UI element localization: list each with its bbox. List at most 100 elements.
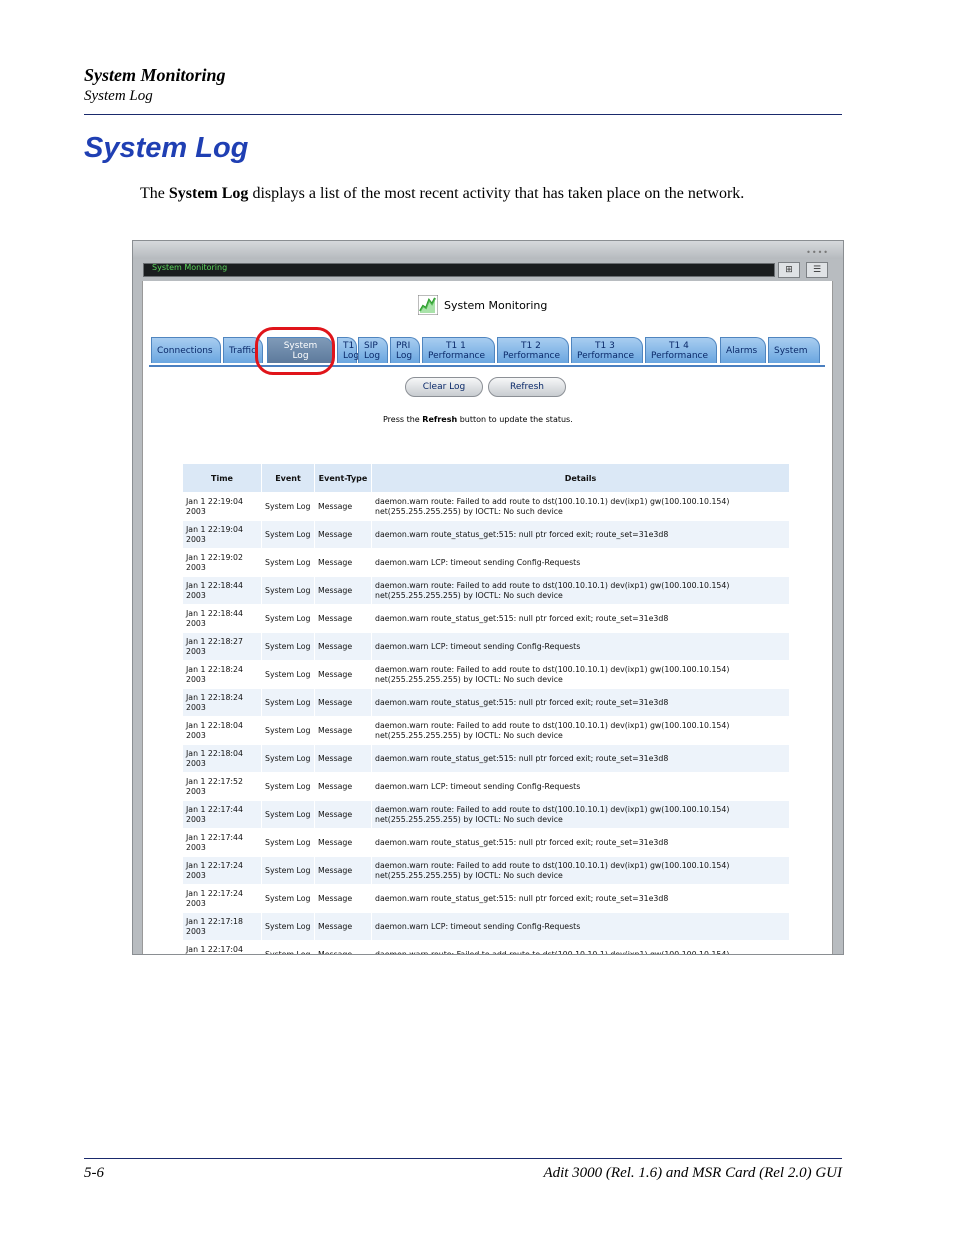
tab-t1-3-performance[interactable]: T1 3 Performance — [571, 337, 643, 363]
page-number: 5-6 — [84, 1165, 104, 1181]
table-row: Jan 1 22:17:18 2003 System Log Message daem… — [182, 912, 790, 941]
cell-event: System Log — [261, 576, 315, 605]
tab-label-line2: Log — [343, 351, 360, 361]
tab-t1-4-performance[interactable]: T1 4 Performance — [645, 337, 717, 363]
tab-label-line2: Performance — [651, 351, 709, 361]
cell-event-type: Message — [314, 492, 372, 521]
table-row: Jan 1 22:18:24 2003 System Log Message daem… — [182, 688, 790, 717]
refresh-hint: Press the Refresh button to update the s… — [383, 415, 573, 424]
cell-event-type: Message — [314, 940, 372, 954]
cell-event-type: Message — [314, 716, 372, 745]
tab-t1-log[interactable]: T1 Log — [337, 337, 360, 363]
cell-time: Jan 1 22:18:44 2003 — [182, 576, 262, 605]
window-top-bar — [133, 241, 843, 259]
cell-details: daemon.warn LCP: timeout sending Config-… — [371, 632, 790, 661]
tab-label-line2: Log — [364, 351, 381, 361]
cell-details: daemon.warn route_status_get:515: null p… — [371, 828, 790, 857]
table-row: Jan 1 22:17:44 2003 System Log Message daem… — [182, 800, 790, 829]
column-header-time: Time — [182, 463, 262, 493]
tab-label: Traffic — [229, 346, 257, 356]
tab-label-line1: T1 — [343, 341, 355, 351]
app-window-screenshot: •••• System Monitoring ⊞ ☰ System Monito… — [132, 240, 844, 955]
cell-details: daemon.warn route_status_get:515: null p… — [371, 520, 790, 549]
highlight-circle — [255, 327, 335, 375]
table-row: Jan 1 22:18:04 2003 System Log Message daem… — [182, 716, 790, 745]
cell-details: daemon.warn LCP: timeout sending Config-… — [371, 548, 790, 577]
cell-details: daemon.warn route_status_get:515: null p… — [371, 884, 790, 913]
tab-label-line1: PRI — [396, 341, 411, 351]
intro-paragraph: The System Log displays a list of the mo… — [140, 185, 744, 203]
cell-details: daemon.warn route: Failed to add route t… — [371, 800, 790, 829]
document-title: Adit 3000 (Rel. 1.6) and MSR Card (Rel 2… — [543, 1165, 842, 1181]
cell-event-type: Message — [314, 688, 372, 717]
header-rule — [84, 114, 842, 115]
tab-connections[interactable]: Connections — [151, 337, 221, 363]
hint-prefix: Press the — [383, 415, 423, 424]
cell-time: Jan 1 22:17:24 2003 — [182, 884, 262, 913]
tab-label-line2: Performance — [503, 351, 561, 361]
window-title-bar: System Monitoring — [143, 263, 775, 277]
table-row: Jan 1 22:17:24 2003 System Log Message daem… — [182, 884, 790, 913]
system-log-table: Time Event Event-Type Details Jan 1 22:1… — [182, 463, 790, 954]
table-row: Jan 1 22:19:04 2003 System Log Message daem… — [182, 492, 790, 521]
table-row: Jan 1 22:18:27 2003 System Log Message daem… — [182, 632, 790, 661]
cell-time: Jan 1 22:18:44 2003 — [182, 604, 262, 633]
cell-event-type: Message — [314, 884, 372, 913]
tab-label-line2: Performance — [428, 351, 486, 361]
refresh-button[interactable]: Refresh — [488, 377, 566, 397]
tab-t1-2-performance[interactable]: T1 2 Performance — [497, 337, 569, 363]
tab-label-line2: Log — [396, 351, 413, 361]
cell-event-type: Message — [314, 772, 372, 801]
tab-t1-1-performance[interactable]: T1 1 Performance — [422, 337, 495, 363]
cell-details: daemon.warn route_status_get:515: null p… — [371, 604, 790, 633]
column-header-details: Details — [371, 463, 790, 493]
cell-details: daemon.warn route: Failed to add route t… — [371, 492, 790, 521]
monitoring-chart-icon — [418, 295, 438, 315]
cell-event-type: Message — [314, 800, 372, 829]
cell-event-type: Message — [314, 828, 372, 857]
cell-time: Jan 1 22:19:04 2003 — [182, 492, 262, 521]
cell-event: System Log — [261, 940, 315, 954]
section-heading-text: System Monitoring — [444, 299, 548, 312]
cell-time: Jan 1 22:17:52 2003 — [182, 772, 262, 801]
cell-time: Jan 1 22:18:04 2003 — [182, 716, 262, 745]
cell-event: System Log — [261, 912, 315, 941]
cell-event-type: Message — [314, 912, 372, 941]
table-row: Jan 1 22:18:44 2003 System Log Message daem… — [182, 604, 790, 633]
tab-label-line1: SIP — [364, 341, 378, 351]
table-header-row: Time Event Event-Type Details — [182, 463, 790, 493]
hint-suffix: button to update the status. — [457, 415, 573, 424]
column-header-event: Event — [261, 463, 315, 493]
cell-event: System Log — [261, 884, 315, 913]
tab-label: Connections — [157, 346, 213, 356]
tab-label: Alarms — [726, 346, 758, 356]
cell-time: Jan 1 22:17:44 2003 — [182, 800, 262, 829]
tab-alarms[interactable]: Alarms — [720, 337, 766, 363]
cell-event-type: Message — [314, 856, 372, 885]
menu-list-icon[interactable]: ☰ — [806, 262, 828, 278]
cell-event-type: Message — [314, 660, 372, 689]
tab-pri-log[interactable]: PRI Log — [390, 337, 420, 363]
table-row: Jan 1 22:17:52 2003 System Log Message daem… — [182, 772, 790, 801]
content-panel: System Monitoring Connections Traffic T1… — [142, 281, 833, 954]
tab-sip-log[interactable]: SIP Log — [358, 337, 388, 363]
cell-event: System Log — [261, 716, 315, 745]
cell-event: System Log — [261, 492, 315, 521]
cell-time: Jan 1 22:17:18 2003 — [182, 912, 262, 941]
cell-event-type: Message — [314, 744, 372, 773]
intro-prefix: The — [140, 185, 169, 202]
column-header-event-type: Event-Type — [314, 463, 372, 493]
cell-event: System Log — [261, 660, 315, 689]
clear-log-button[interactable]: Clear Log — [405, 377, 483, 397]
cell-event-type: Message — [314, 548, 372, 577]
cell-time: Jan 1 22:17:04 2003 — [182, 940, 262, 954]
tab-strip: Connections Traffic T1 Log System Log SIP L… — [149, 337, 825, 367]
cell-details: daemon.warn route_status_get:515: null p… — [371, 688, 790, 717]
cell-event: System Log — [261, 520, 315, 549]
cell-time: Jan 1 22:18:24 2003 — [182, 688, 262, 717]
window-title: System Monitoring — [152, 263, 228, 272]
network-map-icon[interactable]: ⊞ — [778, 262, 800, 278]
cell-event: System Log — [261, 828, 315, 857]
cell-event-type: Message — [314, 576, 372, 605]
tab-system[interactable]: System — [768, 337, 820, 363]
